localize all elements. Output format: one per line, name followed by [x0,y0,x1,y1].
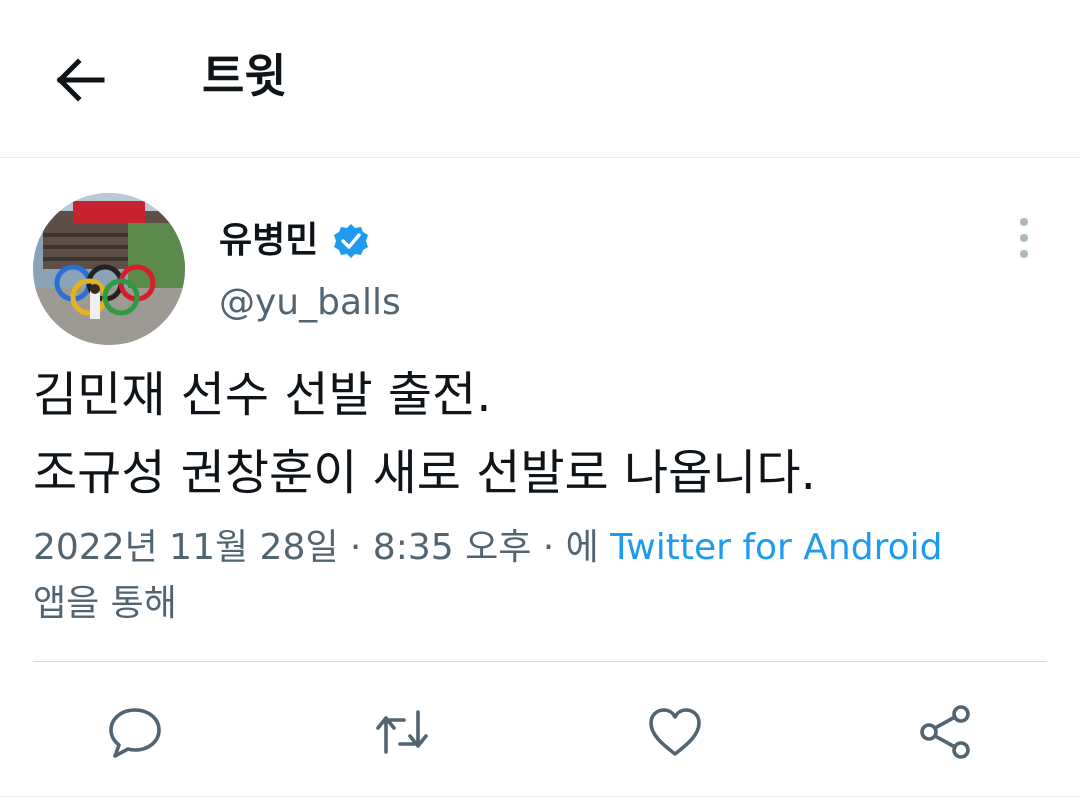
tweet-text-line: 김민재 선수 선발 출전. [33,367,492,423]
tweet-source-link[interactable]: Twitter for Android [610,527,942,568]
tweet-actions [0,688,1080,778]
avatar-image [33,193,185,345]
page-title: 트윗 [202,49,287,103]
author-name-row[interactable]: 유병민 [219,216,370,266]
heart-icon [649,708,701,756]
author-display-name: 유병민 [219,220,319,261]
share-button[interactable] [915,702,975,762]
tweet-meta: 2022년 11월 28일 · 8:35 오후 · 에 Twitter for … [33,520,1043,632]
retweet-button[interactable] [372,702,432,762]
like-button[interactable] [645,702,705,762]
avatar[interactable] [33,193,185,345]
retweet-icon [376,710,428,754]
reply-button[interactable] [105,702,165,762]
reply-icon [109,708,161,758]
bottom-divider [0,796,1080,797]
divider [33,661,1047,662]
tweet-text-line: 조규성 권창훈이 새로 선발로 나옵니다. [33,445,816,501]
tweet-detail: 유병민 @yu_balls 김민재 선수 선발 출전. 조규성 권창훈이 새로 … [0,158,1080,800]
tweet-timestamp[interactable]: 2022년 11월 28일 · 8:35 오후 · 에 [33,527,599,568]
more-vertical-icon [1020,218,1028,258]
tweet-text: 김민재 선수 선발 출전. 조규성 권창훈이 새로 선발로 나옵니다. [33,356,1043,512]
more-options-button[interactable] [1004,216,1044,260]
arrow-left-icon [56,58,105,102]
top-bar: 트윗 [0,0,1080,158]
tweet-source-suffix: 앱을 통해 [33,583,177,624]
share-icon [920,705,970,759]
author-handle[interactable]: @yu_balls [219,278,401,328]
verified-badge-icon [332,222,370,260]
back-button[interactable] [52,52,108,108]
